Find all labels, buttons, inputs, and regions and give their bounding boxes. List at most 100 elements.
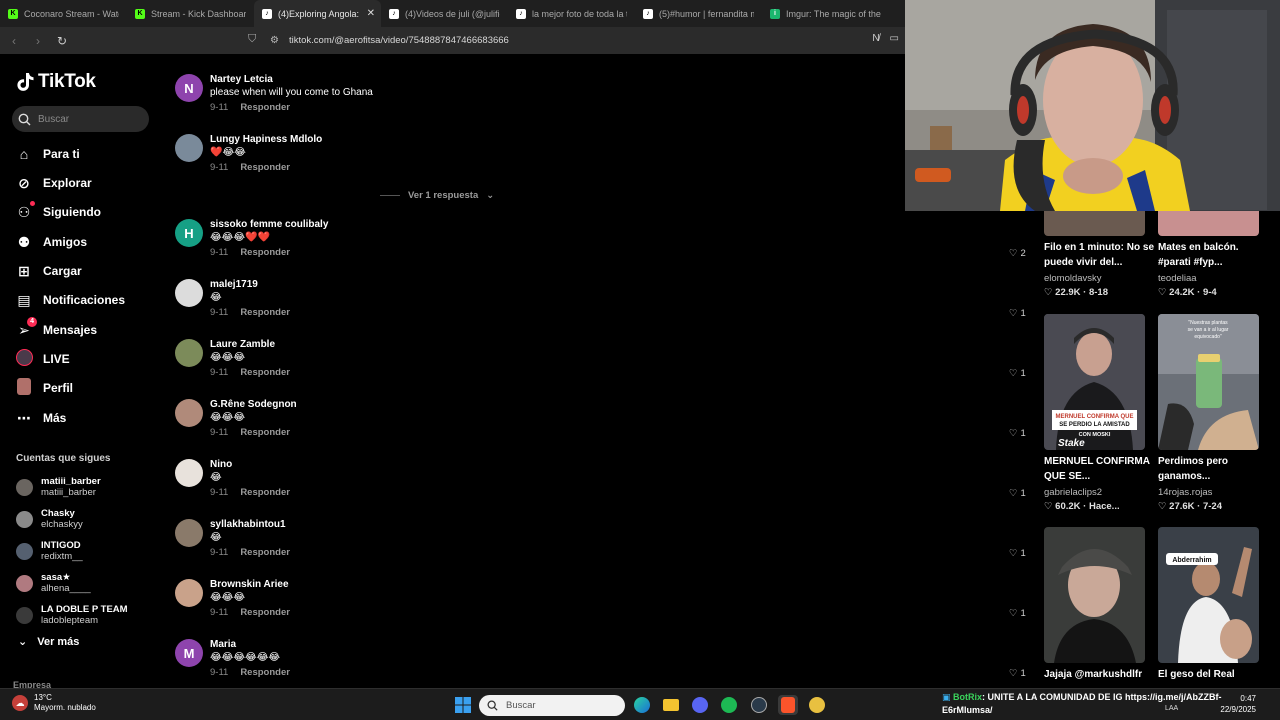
reply-button[interactable]: Responder (240, 607, 290, 618)
reply-button[interactable]: Responder (240, 367, 290, 378)
avatar[interactable] (175, 279, 203, 307)
nav-item-perfil[interactable]: Perfil (16, 377, 73, 399)
browser-tab[interactable]: ♪ (5)#humor | fernandita mo (635, 0, 762, 27)
nav-item-live[interactable]: LIVE (16, 348, 70, 370)
following-account[interactable]: INTIGOD redixtm__ (16, 540, 83, 562)
comment-like-button[interactable]: ♡ 1 (1009, 428, 1026, 439)
compass-icon: ⊘ (18, 174, 30, 191)
view-replies-button[interactable]: Ver 1 respuesta ⌄ (380, 190, 494, 201)
nav-item-notificaciones[interactable]: ▤ Notificaciones (16, 289, 125, 311)
tiktok-icon: ♪ (643, 8, 653, 19)
avatar[interactable] (175, 459, 203, 487)
steam-icon[interactable] (749, 695, 769, 715)
avatar[interactable]: H (175, 219, 203, 247)
comment-author[interactable]: G.Rêne Sodegnon (210, 399, 297, 410)
video-thumbnail[interactable] (1044, 527, 1145, 663)
webcam-overlay (905, 0, 1280, 211)
browser-tab[interactable]: ♪ la mejor foto de toda la tr (508, 0, 635, 27)
bookmark-icon[interactable]: ⛉ (248, 33, 256, 46)
tiktok-logo[interactable]: TikTok (16, 71, 96, 93)
video-thumbnail[interactable]: "Nuestras plantas se van a ir al lugar e… (1158, 314, 1259, 450)
comment-author[interactable]: syllakhabintou1 (210, 519, 286, 530)
comment-author[interactable]: Lungy Hapiness Mdlolo (210, 134, 322, 145)
see-more-button[interactable]: ⌄ Ver más (18, 635, 79, 649)
inbox-icon: ▤ (17, 291, 31, 308)
comment-like-button[interactable]: ♡ 1 (1009, 668, 1026, 679)
site-settings-icon[interactable]: ⚙ (270, 35, 279, 46)
weather-widget[interactable]: ☁ 13°C Mayorm. nublado (12, 693, 96, 713)
reply-button[interactable]: Responder (240, 667, 290, 678)
browser-tab[interactable]: ♪ (4)Videos de juli (@julifio (381, 0, 508, 27)
folder-icon[interactable] (661, 695, 681, 715)
reply-button[interactable]: Responder (240, 427, 290, 438)
following-account[interactable]: Chasky elchaskyy (16, 508, 83, 530)
browser-tab[interactable]: K Stream - Kick Dashboard (127, 0, 254, 27)
reply-button[interactable]: Responder (240, 307, 290, 318)
reply-button[interactable]: Responder (240, 162, 290, 173)
taskbar-search-input[interactable]: Buscar (479, 695, 625, 716)
nav-item-siguiendo[interactable]: ⚇ Siguiendo (16, 200, 101, 223)
browser-tab-active[interactable]: ♪ (4)Exploring Angola: ✕ (254, 0, 381, 27)
comment-like-button[interactable]: ♡ 2 (1009, 248, 1026, 259)
reply-button[interactable]: Responder (240, 487, 290, 498)
discord-icon[interactable] (690, 695, 710, 715)
video-thumbnail[interactable]: MERNUEL CONFIRMA QUE SE PERDIO LA AMISTA… (1044, 314, 1145, 450)
nav-item-cargar[interactable]: ⊞ Cargar (16, 260, 82, 282)
nav-item-para-ti[interactable]: ⌂ Para ti (16, 143, 80, 165)
translate-icon[interactable]: N̸ (872, 33, 879, 44)
avatar[interactable] (175, 519, 203, 547)
language-indicator[interactable]: LAA (1165, 705, 1178, 712)
avatar[interactable] (175, 339, 203, 367)
obs-icon[interactable] (807, 695, 827, 715)
brave-icon[interactable] (778, 695, 798, 715)
video-thumbnail[interactable]: Abderrahim (1158, 527, 1259, 663)
following-account[interactable]: LA DOBLE P TEAM ladoblepteam (16, 604, 128, 626)
video-author: teodeliaa (1158, 273, 1197, 284)
comment-date: 9-11 (210, 607, 229, 618)
reply-button[interactable]: Responder (240, 247, 290, 258)
url-field[interactable]: ⚙ tiktok.com/@aerofitsa/video/7548887847… (270, 31, 900, 50)
following-account[interactable]: sasa★ alhena____ (16, 572, 91, 594)
back-icon[interactable]: ‹ (4, 31, 24, 51)
video-stats: ♡ 24.2K · 9-4 (1158, 287, 1217, 298)
nav-item-explorar[interactable]: ⊘ Explorar (16, 172, 92, 194)
clock[interactable]: 0:47 22/9/2025 (1220, 693, 1256, 715)
nav-item-mensajes[interactable]: ➢ 4 Mensajes (16, 316, 97, 341)
reply-button[interactable]: Responder (240, 102, 290, 113)
comment-like-button[interactable]: ♡ 1 (1009, 368, 1026, 379)
video-title: Filo en 1 minuto: No se puede vivir del.… (1044, 242, 1155, 268)
browser-tab-bar: K Coconaro Stream - Watch K Stream - Kick … (0, 0, 905, 27)
comment-author[interactable]: Nartey Letcia (210, 74, 273, 85)
nav-item-mas[interactable]: ⋯ Más (16, 407, 66, 429)
comment-date: 9-11 (210, 427, 229, 438)
comment-author[interactable]: sissoko femme coulibaly (210, 219, 328, 230)
comment-like-button[interactable]: ♡ 1 (1009, 308, 1026, 319)
comment-author[interactable]: Laure Zamble (210, 339, 275, 350)
reply-button[interactable]: Responder (240, 547, 290, 558)
comment-author[interactable]: Maria (210, 639, 236, 650)
edge-icon[interactable] (632, 695, 652, 715)
browser-tab[interactable]: i Imgur: The magic of the In (762, 0, 889, 27)
forward-icon[interactable]: › (28, 31, 48, 51)
search-input[interactable]: Buscar (12, 106, 149, 132)
windows-start-icon[interactable] (453, 695, 473, 715)
close-icon[interactable]: ✕ (367, 8, 375, 19)
avatar[interactable]: N (175, 74, 203, 102)
following-account[interactable]: matiii_barber matiii_barber (16, 476, 101, 498)
reload-icon[interactable]: ↻ (52, 31, 72, 51)
avatar[interactable] (175, 134, 203, 162)
comment-author[interactable]: Brownskin Ariee (210, 579, 289, 590)
comment-like-button[interactable]: ♡ 1 (1009, 488, 1026, 499)
comment-like-button[interactable]: ♡ 1 (1009, 608, 1026, 619)
comment-author[interactable]: Nino (210, 459, 232, 470)
browser-tab[interactable]: K Coconaro Stream - Watch (0, 0, 127, 27)
avatar[interactable] (175, 579, 203, 607)
window-icon[interactable]: ▭ (890, 33, 899, 44)
avatar[interactable]: M (175, 639, 203, 667)
comment-date: 9-11 (210, 102, 229, 113)
comment-like-button[interactable]: ♡ 1 (1009, 548, 1026, 559)
spotify-icon[interactable] (719, 695, 739, 715)
avatar[interactable] (175, 399, 203, 427)
nav-item-amigos[interactable]: ⚉ Amigos (16, 231, 87, 253)
comment-author[interactable]: malej1719 (210, 279, 258, 290)
